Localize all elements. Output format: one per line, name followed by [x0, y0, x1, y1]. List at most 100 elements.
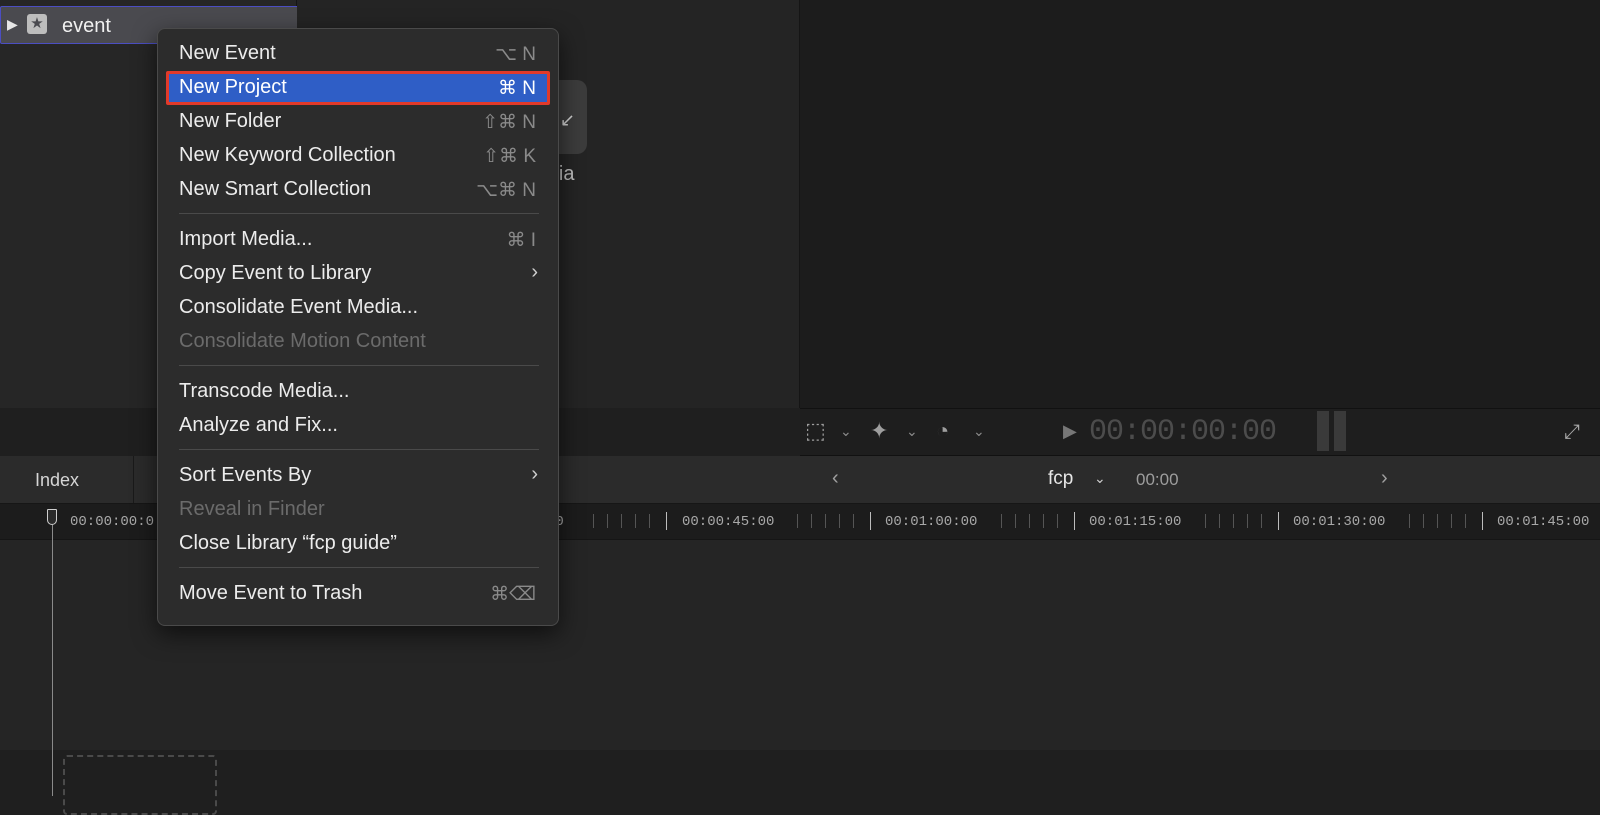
sidebar-item-label: event	[62, 15, 111, 37]
project-duration: 00:00	[1136, 470, 1179, 489]
index-label: Index	[35, 470, 80, 490]
menu-item-shortcut: ⇧⌘ N	[482, 112, 536, 133]
menu-item-new-keyword-collection[interactable]: New Keyword Collection ⇧⌘ K	[166, 139, 550, 171]
speed-gauge-icon[interactable]: ◔	[936, 418, 949, 444]
fullscreen-expand-icon[interactable]: ⤢	[1564, 421, 1580, 444]
menu-item-consolidate-motion-content: Consolidate Motion Content	[166, 325, 550, 357]
menu-item-shortcut: ⇧⌘ K	[483, 146, 536, 167]
ruler-minor-tick	[593, 514, 594, 528]
chevron-down-icon[interactable]: ⌄	[973, 423, 985, 440]
event-star-icon: ★	[27, 14, 47, 34]
ruler-minor-tick	[607, 514, 608, 528]
ruler-minor-tick	[1409, 514, 1410, 528]
menu-item-label: Reveal in Finder	[179, 498, 325, 520]
menu-item-label: Analyze and Fix...	[179, 414, 338, 436]
index-button[interactable]: Index	[0, 456, 134, 503]
context-menu: New Event ⌥ N New Project ⌘ N New Folder…	[157, 28, 559, 626]
chevron-right-icon: ›	[531, 261, 538, 283]
menu-item-label: New Event	[179, 42, 276, 64]
clip-drop-zone[interactable]	[63, 755, 217, 815]
menu-item-label: New Folder	[179, 110, 282, 132]
ruler-label: 00:01:00:00	[885, 514, 978, 530]
ruler-minor-tick	[853, 514, 854, 528]
project-name[interactable]: fcp	[1048, 468, 1073, 490]
menu-item-shortcut: ⌘ N	[498, 78, 536, 99]
chevron-down-icon[interactable]: ⌄	[906, 423, 918, 440]
play-icon[interactable]: ▶	[1063, 421, 1077, 442]
ruler-minor-tick	[635, 514, 636, 528]
ruler-label: 00:01:30:00	[1293, 514, 1386, 530]
chevron-down-icon[interactable]: ⌄	[1094, 470, 1106, 487]
ruler-minor-tick	[1219, 514, 1220, 528]
menu-separator	[179, 567, 539, 568]
timecode-display: 00:00:00:00	[1089, 415, 1277, 449]
ruler-major-tick	[870, 512, 871, 530]
ruler-minor-tick	[825, 514, 826, 528]
ruler-minor-tick	[1233, 514, 1234, 528]
menu-item-transcode-media[interactable]: Transcode Media...	[166, 375, 550, 407]
menu-item-new-project[interactable]: New Project ⌘ N	[166, 71, 550, 103]
chevron-left-icon[interactable]: ‹	[832, 467, 839, 490]
menu-item-import-media[interactable]: Import Media... ⌘ I	[166, 223, 550, 255]
menu-item-label: New Keyword Collection	[179, 144, 396, 166]
menu-item-new-folder[interactable]: New Folder ⇧⌘ N	[166, 105, 550, 137]
menu-item-label: Import Media...	[179, 228, 313, 250]
menu-item-label: Sort Events By	[179, 464, 312, 486]
chevron-right-icon[interactable]: ›	[1381, 467, 1388, 490]
ruler-label: 00:01:15:00	[1089, 514, 1182, 530]
ruler-minor-tick	[1057, 514, 1058, 528]
menu-item-new-event[interactable]: New Event ⌥ N	[166, 37, 550, 69]
menu-item-close-library[interactable]: Close Library “fcp guide”	[166, 527, 550, 559]
playhead-line	[52, 525, 53, 796]
timeline-lower-area	[0, 750, 1600, 796]
ruler-minor-tick	[1029, 514, 1030, 528]
chevron-down-icon[interactable]: ⌄	[840, 423, 852, 440]
menu-item-label: Close Library “fcp guide”	[179, 532, 397, 554]
menu-item-reveal-in-finder: Reveal in Finder	[166, 493, 550, 525]
magic-wand-icon[interactable]: ✦	[870, 418, 888, 444]
ruler-minor-tick	[649, 514, 650, 528]
viewer	[800, 0, 1600, 408]
menu-item-shortcut: ⌘ I	[506, 230, 536, 251]
playhead-handle[interactable]	[47, 509, 57, 525]
ruler-minor-tick	[811, 514, 812, 528]
ruler-minor-tick	[1261, 514, 1262, 528]
transform-icon[interactable]: ⬚	[805, 418, 826, 444]
menu-item-move-event-to-trash[interactable]: Move Event to Trash ⌘⌫	[166, 577, 550, 609]
menu-item-copy-event-to-library[interactable]: Copy Event to Library ›	[166, 257, 550, 289]
ruler-minor-tick	[1001, 514, 1002, 528]
ruler-minor-tick	[1043, 514, 1044, 528]
menu-item-label: New Project	[179, 76, 287, 98]
ruler-minor-tick	[1437, 514, 1438, 528]
ruler-minor-tick	[1451, 514, 1452, 528]
menu-item-label: Consolidate Event Media...	[179, 296, 419, 318]
ruler-minor-tick	[621, 514, 622, 528]
ruler-label: 00:00:00:0	[70, 514, 155, 530]
menu-item-new-smart-collection[interactable]: New Smart Collection ⌥⌘ N	[166, 173, 550, 205]
menu-separator	[179, 213, 539, 214]
viewer-toolbar: ⬚ ⌄ ✦ ⌄ ◔ ⌄ ▶ 00:00:00:00 ⤢	[800, 408, 1600, 456]
ruler-minor-tick	[1015, 514, 1016, 528]
ruler-major-tick	[1074, 512, 1075, 530]
menu-item-label: Copy Event to Library	[179, 262, 372, 284]
menu-item-label: Move Event to Trash	[179, 582, 363, 604]
ruler-major-tick	[666, 512, 667, 530]
ruler-minor-tick	[1423, 514, 1424, 528]
ruler-major-tick	[1482, 512, 1483, 530]
menu-item-label: Consolidate Motion Content	[179, 330, 426, 352]
menu-item-sort-events-by[interactable]: Sort Events By ›	[166, 459, 550, 491]
disclosure-triangle-icon[interactable]: ▶	[7, 16, 18, 33]
menu-item-consolidate-event-media[interactable]: Consolidate Event Media...	[166, 291, 550, 323]
chevron-right-icon: ›	[531, 463, 538, 485]
ruler-minor-tick	[1205, 514, 1206, 528]
menu-separator	[179, 449, 539, 450]
ruler-label: 00:01:45:00	[1497, 514, 1590, 530]
menu-item-analyze-and-fix[interactable]: Analyze and Fix...	[166, 409, 550, 441]
ruler-minor-tick	[797, 514, 798, 528]
menu-separator	[179, 365, 539, 366]
import-arrow-icon: ↙	[559, 110, 575, 130]
ruler-minor-tick	[1247, 514, 1248, 528]
menu-item-shortcut: ⌥ N	[495, 44, 536, 65]
audio-meter-left	[1317, 411, 1329, 451]
audio-meter-right	[1334, 411, 1346, 451]
